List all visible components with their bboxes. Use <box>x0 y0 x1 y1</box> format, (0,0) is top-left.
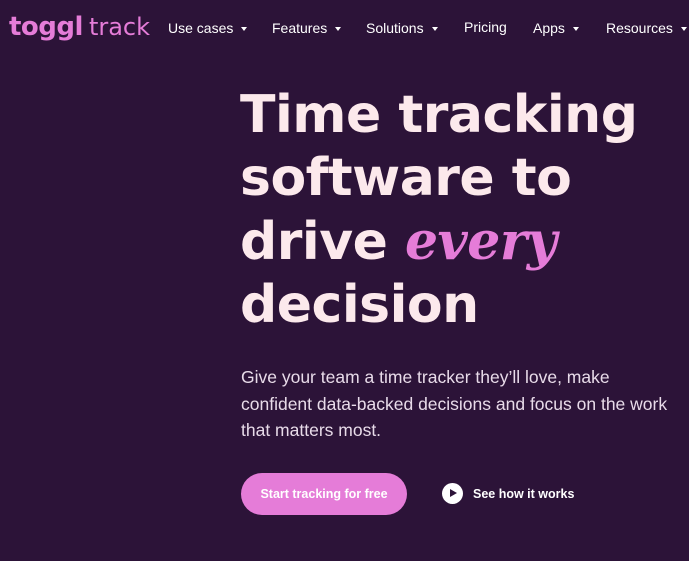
hero-headline: Time tracking software to drive every de… <box>240 84 680 337</box>
nav-apps-label: Apps <box>533 20 565 36</box>
see-how-it-works-label: See how it works <box>473 486 575 501</box>
top-navigation-bar: toggl track Use cases Features Solutions… <box>0 0 689 62</box>
hero-headline-line-2: software to <box>240 148 572 208</box>
chevron-down-icon <box>335 26 342 31</box>
chevron-down-icon <box>241 26 248 31</box>
play-icon <box>442 483 463 504</box>
hero-headline-line-4: decision <box>240 275 479 335</box>
nav-pricing-label: Pricing <box>464 19 507 35</box>
chevron-down-icon <box>572 26 579 31</box>
chevron-down-icon <box>431 26 438 31</box>
nav-resources-label: Resources <box>606 20 673 36</box>
hero-subtitle: Give your team a time tracker they’ll lo… <box>241 367 668 440</box>
nav-resources[interactable]: Resources <box>606 20 687 36</box>
see-how-it-works-link[interactable]: See how it works <box>442 483 574 504</box>
hero-headline-line-1: Time tracking <box>240 85 638 145</box>
main-nav: Use cases Features Solutions Pricing App… <box>0 19 689 42</box>
nav-use-cases[interactable]: Use cases <box>168 20 248 36</box>
nav-apps[interactable]: Apps <box>533 20 579 36</box>
nav-solutions-label: Solutions <box>366 20 424 36</box>
hero-headline-accent-word: every <box>404 211 557 272</box>
start-tracking-button[interactable]: Start tracking for free <box>241 473 407 515</box>
nav-pricing[interactable]: Pricing <box>464 19 507 35</box>
hero-headline-drive: drive <box>240 212 388 272</box>
hero-headline-line-3: drive every <box>240 210 680 274</box>
nav-features[interactable]: Features <box>272 20 342 36</box>
chevron-down-icon <box>680 26 687 31</box>
nav-features-label: Features <box>272 20 328 36</box>
nav-use-cases-label: Use cases <box>168 20 234 36</box>
nav-solutions[interactable]: Solutions <box>366 20 438 36</box>
